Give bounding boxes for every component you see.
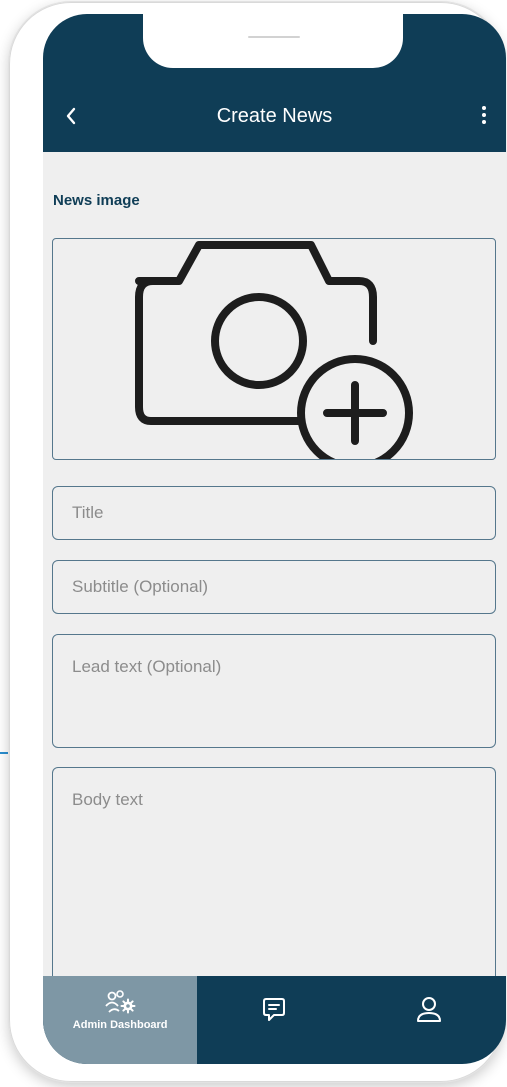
chat-icon [263,998,286,1021]
nav-label-admin-dashboard: Admin Dashboard [72,1019,168,1031]
more-vertical-icon [476,106,492,124]
title-field[interactable]: Title [52,486,496,540]
title-placeholder: Title [72,503,104,522]
lead-text-field[interactable]: Lead text (Optional) [52,634,496,748]
phone-notch [143,14,403,68]
app-screen: Create News News image Title Subtitle (O… [43,14,506,1064]
more-options-button[interactable] [476,104,492,128]
profile-icon [416,997,441,1022]
add-photo-icon [135,241,413,459]
nav-item-profile[interactable] [352,976,506,1064]
nav-item-chat[interactable] [197,976,351,1064]
news-image-label: News image [53,192,140,209]
subtitle-placeholder: Subtitle (Optional) [72,577,209,596]
page-title: Create News [216,105,333,127]
subtitle-field[interactable]: Subtitle (Optional) [52,560,496,614]
body-text-field[interactable]: Body text [52,767,496,981]
phone-frame: Create News News image Title Subtitle (O… [9,2,506,1082]
app-header: Create News [43,14,506,152]
body-text-placeholder: Body text [72,790,143,809]
news-image-picker[interactable] [52,238,496,460]
bottom-navigation: Admin Dashboard [43,976,506,1064]
nav-item-admin-dashboard[interactable]: Admin Dashboard [43,976,198,1064]
lead-text-placeholder: Lead text (Optional) [72,657,222,676]
admin-dashboard-icon [105,990,136,1014]
speaker-grille [248,36,300,38]
